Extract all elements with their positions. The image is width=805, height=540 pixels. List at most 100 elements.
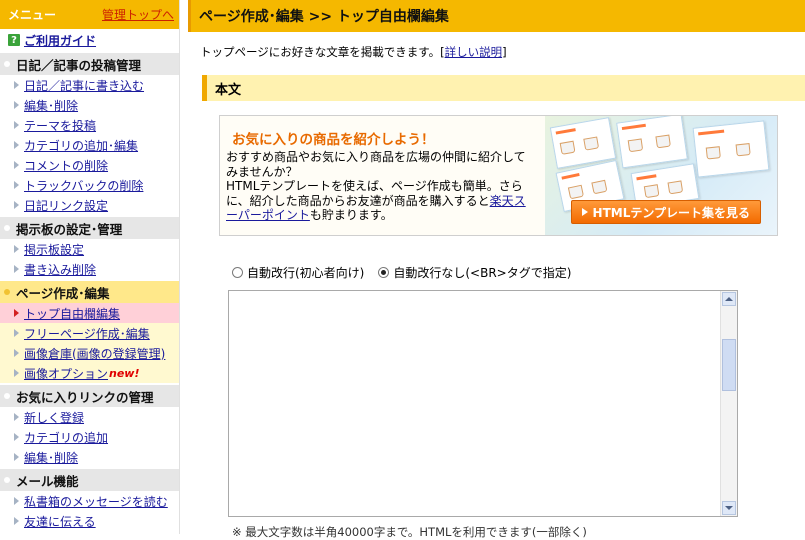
arrow-right-icon xyxy=(14,517,19,525)
sidebar-item-read-mail[interactable]: 私書箱のメッセージを読む xyxy=(0,491,179,511)
section-title-bar: 本文 xyxy=(202,75,805,101)
sidebar: メニュー 管理トップへ ? ご利用ガイド 日記／記事の投稿管理 日記／記事に書き… xyxy=(0,0,180,534)
scroll-down-button[interactable] xyxy=(722,501,736,515)
help-icon: ? xyxy=(8,34,20,46)
guide-row: ? ご利用ガイド xyxy=(0,29,179,51)
section-page-title: ページ作成･編集 xyxy=(16,285,110,301)
sidebar-item-label[interactable]: 日記／記事に書き込む xyxy=(24,77,144,94)
section-diary-title: 日記／記事の投稿管理 xyxy=(16,57,142,73)
detail-link[interactable]: 詳しい説明 xyxy=(445,45,503,59)
linebreak-options: 自動改行(初心者向け) 自動改行なし(<BR>タグで指定) xyxy=(232,264,585,281)
radio-no-linebreak[interactable]: 自動改行なし(<BR>タグで指定) xyxy=(378,264,571,281)
sidebar-item-new-link[interactable]: 新しく登録 xyxy=(0,407,179,427)
sidebar-item-add-category[interactable]: カテゴリの追加 xyxy=(0,427,179,447)
sidebar-item-tell-friend[interactable]: 友達に伝える xyxy=(0,511,179,531)
promo-banner[interactable]: お気に入りの商品を紹介しよう！ おすすめ商品やお気に入り商品を広場の仲間に紹介し… xyxy=(219,115,778,236)
sidebar-item-write-diary[interactable]: 日記／記事に書き込む xyxy=(0,75,179,95)
sidebar-item-label[interactable]: トラックバックの削除 xyxy=(24,177,143,194)
sidebar-item-delete-trackback[interactable]: トラックバックの削除 xyxy=(0,175,179,195)
sidebar-item-free-page[interactable]: フリーページ作成･編集 xyxy=(0,323,179,343)
radio-circle-icon[interactable] xyxy=(232,267,243,278)
arrow-right-icon xyxy=(14,245,19,253)
sidebar-item-label[interactable]: 新しく登録 xyxy=(24,409,84,426)
arrow-right-icon xyxy=(14,201,19,209)
sidebar-item-label[interactable]: 日記リンク設定 xyxy=(24,197,108,214)
sidebar-item-label[interactable]: 掲示板設定 xyxy=(24,241,84,258)
arrow-right-icon xyxy=(14,181,19,189)
chevron-up-icon xyxy=(725,297,733,301)
sidebar-item-image-store[interactable]: 画像倉庫(画像の登録管理) xyxy=(0,343,179,363)
arrow-right-icon xyxy=(14,497,19,505)
promo-line2: HTMLテンプレートを使えば、ページ作成も簡単。さらに、紹介した商品からお友達が… xyxy=(226,179,523,208)
sidebar-item-label[interactable]: 編集･削除 xyxy=(24,97,78,114)
arrow-right-icon xyxy=(14,453,19,461)
sidebar-item-post-theme[interactable]: テーマを投稿 xyxy=(0,115,179,135)
sidebar-item-top-free[interactable]: トップ自由欄編集 xyxy=(0,303,179,323)
promo-text: おすすめ商品やお気に入り商品を広場の仲間に紹介してみませんか？ HTMLテンプレ… xyxy=(226,150,536,223)
bullet-icon xyxy=(4,289,10,295)
section-page-header: ページ作成･編集 xyxy=(0,281,179,303)
bullet-icon xyxy=(4,477,10,483)
html-template-button[interactable]: HTMLテンプレート集を見る xyxy=(570,200,761,224)
arrow-right-icon xyxy=(14,161,19,169)
sidebar-item-bbs-delete[interactable]: 書き込み削除 xyxy=(0,259,179,279)
sidebar-item-label[interactable]: 編集･削除 xyxy=(24,449,78,466)
arrow-right-icon xyxy=(14,329,19,337)
max-length-note: ※ 最大文字数は半角40000字まで。HTMLを利用できます(一部除く) xyxy=(232,525,587,539)
new-badge: new! xyxy=(109,366,140,380)
sidebar-item-image-option[interactable]: 画像オプション new! xyxy=(0,363,179,383)
arrow-right-icon xyxy=(14,433,19,441)
sidebar-item-label[interactable]: 書き込み削除 xyxy=(24,261,96,278)
section-bbs-title: 掲示板の設定･管理 xyxy=(16,221,123,237)
promo-title: お気に入りの商品を紹介しよう！ xyxy=(232,132,435,148)
section-mail-header: メール機能 xyxy=(0,469,179,491)
textarea-scrollbar[interactable] xyxy=(720,291,737,516)
sidebar-item-diary-link[interactable]: 日記リンク設定 xyxy=(0,195,179,215)
section-bbs-header: 掲示板の設定･管理 xyxy=(0,217,179,239)
sidebar-item-label[interactable]: テーマを投稿 xyxy=(24,117,96,134)
sidebar-item-label[interactable]: トップ自由欄編集 xyxy=(24,305,120,322)
arrow-right-icon xyxy=(14,81,19,89)
intro-text-label: トップページにお好きな文章を掲載できます。[ xyxy=(200,45,445,59)
sidebar-item-label[interactable]: コメントの削除 xyxy=(24,157,108,174)
scroll-thumb[interactable] xyxy=(722,339,736,391)
sidebar-item-label[interactable]: 友達に伝える xyxy=(24,513,96,530)
admin-top-link[interactable]: 管理トップへ xyxy=(102,6,174,23)
sidebar-item-delete-comment[interactable]: コメントの削除 xyxy=(0,155,179,175)
bullet-icon xyxy=(4,393,10,399)
sidebar-item-label[interactable]: カテゴリの追加 xyxy=(24,429,108,446)
guide-link[interactable]: ご利用ガイド xyxy=(24,32,96,49)
promo-line1: おすすめ商品やお気に入り商品を広場の仲間に紹介してみませんか？ xyxy=(226,150,526,179)
sidebar-item-label[interactable]: フリーページ作成･編集 xyxy=(24,325,150,342)
arrow-right-icon xyxy=(14,413,19,421)
sidebar-item-bbs-settings[interactable]: 掲示板設定 xyxy=(0,239,179,259)
arrow-right-icon xyxy=(14,309,19,317)
chevron-down-icon xyxy=(725,506,733,510)
radio-auto-linebreak[interactable]: 自動改行(初心者向け) xyxy=(232,264,364,281)
section-favorites-title: お気に入りリンクの管理 xyxy=(16,389,154,405)
sidebar-item-link-edit[interactable]: 編集･削除 xyxy=(0,447,179,467)
arrow-right-icon xyxy=(14,141,19,149)
promo-line3: も貯まります。 xyxy=(309,208,393,222)
section-title: 本文 xyxy=(215,82,242,98)
intro-text: トップページにお好きな文章を掲載できます。[詳しい説明] xyxy=(200,44,507,60)
menu-title: メニュー xyxy=(8,8,57,22)
sidebar-item-label[interactable]: 画像倉庫(画像の登録管理) xyxy=(24,345,165,362)
sidebar-item-edit-delete[interactable]: 編集･削除 xyxy=(0,95,179,115)
page-title: ページ作成･編集 >> トップ自由欄編集 xyxy=(188,0,805,32)
arrow-right-icon xyxy=(14,369,19,377)
sidebar-item-category-edit[interactable]: カテゴリの追加･編集 xyxy=(0,135,179,155)
sidebar-item-label[interactable]: 画像オプション xyxy=(24,365,108,382)
body-textarea[interactable] xyxy=(228,290,738,517)
sidebar-header: メニュー 管理トップへ xyxy=(0,0,179,29)
radio-circle-selected-icon[interactable] xyxy=(378,267,390,278)
scroll-up-button[interactable] xyxy=(722,292,736,306)
main-content: ページ作成･編集 >> トップ自由欄編集 トップページにお好きな文章を掲載できま… xyxy=(188,0,805,539)
radio-auto-label: 自動改行(初心者向け) xyxy=(247,266,365,280)
sidebar-item-label[interactable]: 私書箱のメッセージを読む xyxy=(24,493,168,510)
sidebar-item-label[interactable]: カテゴリの追加･編集 xyxy=(24,137,138,154)
section-favorites-header: お気に入りリンクの管理 xyxy=(0,385,179,407)
bullet-icon xyxy=(4,61,10,67)
arrow-right-icon xyxy=(14,265,19,273)
arrow-right-icon xyxy=(14,349,19,357)
